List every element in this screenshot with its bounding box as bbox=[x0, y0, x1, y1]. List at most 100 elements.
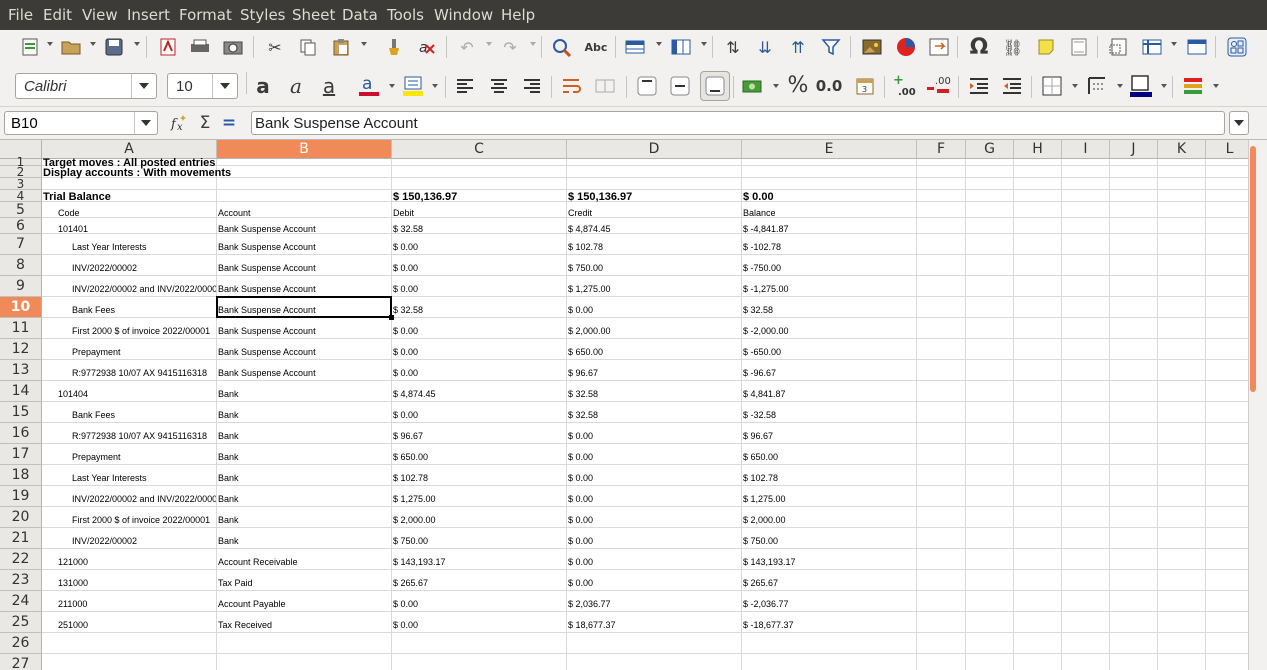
cell-debit[interactable]: $ 265.67 bbox=[393, 570, 566, 591]
cell-account[interactable]: Bank bbox=[218, 528, 391, 549]
underline-icon[interactable]: a bbox=[316, 73, 342, 99]
font-color-dropdown[interactable] bbox=[389, 84, 395, 88]
print-preview-icon[interactable] bbox=[220, 34, 246, 60]
row-header-11[interactable]: 11 bbox=[0, 318, 42, 339]
cell-code[interactable]: 251000 bbox=[58, 612, 216, 633]
clear-formatting-icon[interactable]: a bbox=[413, 34, 439, 60]
cell-balance[interactable]: $ -32.58 bbox=[743, 402, 916, 423]
menu-insert[interactable]: Insert bbox=[127, 6, 170, 24]
export-pdf-icon[interactable] bbox=[155, 34, 181, 60]
cell-balance[interactable]: $ 1,275.00 bbox=[743, 486, 916, 507]
menu-view[interactable]: View bbox=[82, 6, 118, 24]
cell-code[interactable]: Prepayment bbox=[72, 444, 216, 465]
cell-credit[interactable]: $ 4,874.45 bbox=[568, 218, 741, 234]
insert-image-icon[interactable] bbox=[859, 34, 885, 60]
cell-account[interactable]: Bank Suspense Account bbox=[218, 255, 391, 276]
cell-debit[interactable]: $ 0.00 bbox=[393, 339, 566, 360]
align-bottom-icon[interactable] bbox=[700, 71, 730, 101]
row-header-22[interactable]: 22 bbox=[0, 549, 42, 570]
cell-account[interactable]: Account Receivable bbox=[218, 549, 391, 570]
spreadsheet-grid[interactable]: ABCDEFGHIJKL 1 2 3 4 5 6 7 8 9 10 11 12 13 14 15 16 17 18… bbox=[0, 140, 1248, 670]
align-left-icon[interactable] bbox=[452, 73, 478, 99]
highlight-dropdown[interactable] bbox=[432, 84, 438, 88]
paste-dropdown[interactable] bbox=[361, 42, 367, 46]
total-credit[interactable]: $ 150,136.97 bbox=[568, 190, 741, 202]
menu-file[interactable]: File bbox=[8, 6, 33, 24]
cell-account[interactable]: Bank bbox=[218, 486, 391, 507]
border-color-icon[interactable] bbox=[1128, 73, 1154, 99]
cell-credit[interactable]: $ 1,275.00 bbox=[568, 276, 741, 297]
cell-credit[interactable]: $ 0.00 bbox=[568, 507, 741, 528]
column-header-h[interactable]: H bbox=[1014, 140, 1062, 159]
cell-credit[interactable]: $ 0.00 bbox=[568, 423, 741, 444]
formula-input[interactable]: Bank Suspense Account bbox=[251, 111, 1225, 135]
cell-code[interactable]: 101401 bbox=[58, 218, 216, 234]
cell-code[interactable]: INV/2022/00002 bbox=[72, 528, 216, 549]
currency-format-icon[interactable] bbox=[740, 73, 766, 99]
menu-sheet[interactable]: Sheet bbox=[292, 6, 335, 24]
split-window-icon[interactable] bbox=[1184, 34, 1210, 60]
row-header-7[interactable]: 7 bbox=[0, 234, 42, 255]
show-draw-functions-icon[interactable] bbox=[1224, 34, 1250, 60]
cell-balance[interactable]: $ -650.00 bbox=[743, 339, 916, 360]
cell-credit[interactable]: $ 32.58 bbox=[568, 381, 741, 402]
fill-handle[interactable] bbox=[389, 315, 394, 320]
total-balance[interactable]: $ 0.00 bbox=[743, 190, 916, 202]
cell-code[interactable]: First 2000 $ of invoice 2022/00001 bbox=[72, 507, 216, 528]
menu-window[interactable]: Window bbox=[434, 6, 493, 24]
align-middle-icon[interactable] bbox=[667, 73, 693, 99]
row-header-10[interactable]: 10 bbox=[0, 297, 42, 318]
formula-equals-icon[interactable]: = bbox=[218, 112, 240, 134]
cell-balance[interactable]: $ -4,841.87 bbox=[743, 218, 916, 234]
align-right-icon[interactable] bbox=[519, 73, 545, 99]
cell-credit[interactable]: $ 0.00 bbox=[568, 549, 741, 570]
conditional-formatting-icon[interactable] bbox=[1180, 73, 1206, 99]
sort-icon[interactable]: ⇅ bbox=[720, 34, 746, 60]
redo-icon[interactable]: ↷ bbox=[497, 34, 523, 60]
cell-debit[interactable]: $ 4,874.45 bbox=[393, 381, 566, 402]
highlight-color-icon[interactable] bbox=[400, 73, 426, 99]
cell-credit[interactable]: $ 32.58 bbox=[568, 402, 741, 423]
borders-icon[interactable] bbox=[1039, 73, 1065, 99]
row-header-13[interactable]: 13 bbox=[0, 360, 42, 381]
chevron-down-icon[interactable] bbox=[134, 112, 157, 134]
cell-account[interactable]: Bank Suspense Account bbox=[218, 339, 391, 360]
menu-format[interactable]: Format bbox=[179, 6, 232, 24]
cell-debit[interactable]: $ 0.00 bbox=[393, 612, 566, 633]
italic-icon[interactable]: a bbox=[283, 73, 309, 99]
header-footer-icon[interactable] bbox=[1066, 34, 1092, 60]
header-code[interactable]: Code bbox=[58, 202, 216, 218]
cell-balance[interactable]: $ 265.67 bbox=[743, 570, 916, 591]
chevron-down-icon[interactable] bbox=[212, 74, 237, 98]
cell-account[interactable]: Bank Suspense Account bbox=[218, 360, 391, 381]
row-header-23[interactable]: 23 bbox=[0, 570, 42, 591]
percent-format-icon[interactable]: % bbox=[785, 72, 811, 98]
sort-ascending-icon[interactable]: ⇊ bbox=[752, 34, 778, 60]
cell-balance[interactable]: $ -96.67 bbox=[743, 360, 916, 381]
cell-debit[interactable]: $ 32.58 bbox=[393, 297, 566, 318]
row-header-14[interactable]: 14 bbox=[0, 381, 42, 402]
cell-debit[interactable]: $ 143,193.17 bbox=[393, 549, 566, 570]
cell-account[interactable]: Bank Suspense Account bbox=[218, 234, 391, 255]
cell-debit[interactable]: $ 0.00 bbox=[393, 402, 566, 423]
open-dropdown[interactable] bbox=[90, 42, 96, 46]
border-color-dropdown[interactable] bbox=[1161, 84, 1167, 88]
cell-debit[interactable]: $ 0.00 bbox=[393, 360, 566, 381]
conditional-formatting-dropdown[interactable] bbox=[1213, 84, 1219, 88]
row-header-8[interactable]: 8 bbox=[0, 255, 42, 276]
freeze-rows-columns-icon[interactable] bbox=[1139, 34, 1165, 60]
date-format-icon[interactable]: 3 bbox=[852, 73, 878, 99]
special-character-icon[interactable]: Ω bbox=[966, 34, 992, 60]
total-debit[interactable]: $ 150,136.97 bbox=[393, 190, 566, 202]
cell-account[interactable]: Tax Received bbox=[218, 612, 391, 633]
cell-balance[interactable]: $ 143,193.17 bbox=[743, 549, 916, 570]
row-header-18[interactable]: 18 bbox=[0, 465, 42, 486]
cell-account[interactable]: Bank bbox=[218, 381, 391, 402]
clone-formatting-icon[interactable] bbox=[381, 34, 407, 60]
column-header-k[interactable]: K bbox=[1158, 140, 1206, 159]
row-header-15[interactable]: 15 bbox=[0, 402, 42, 423]
font-name-combo[interactable]: Calibri bbox=[15, 73, 157, 99]
cell-code[interactable]: 211000 bbox=[58, 591, 216, 612]
column-header-e[interactable]: E bbox=[742, 140, 917, 159]
cell-credit[interactable]: $ 102.78 bbox=[568, 234, 741, 255]
